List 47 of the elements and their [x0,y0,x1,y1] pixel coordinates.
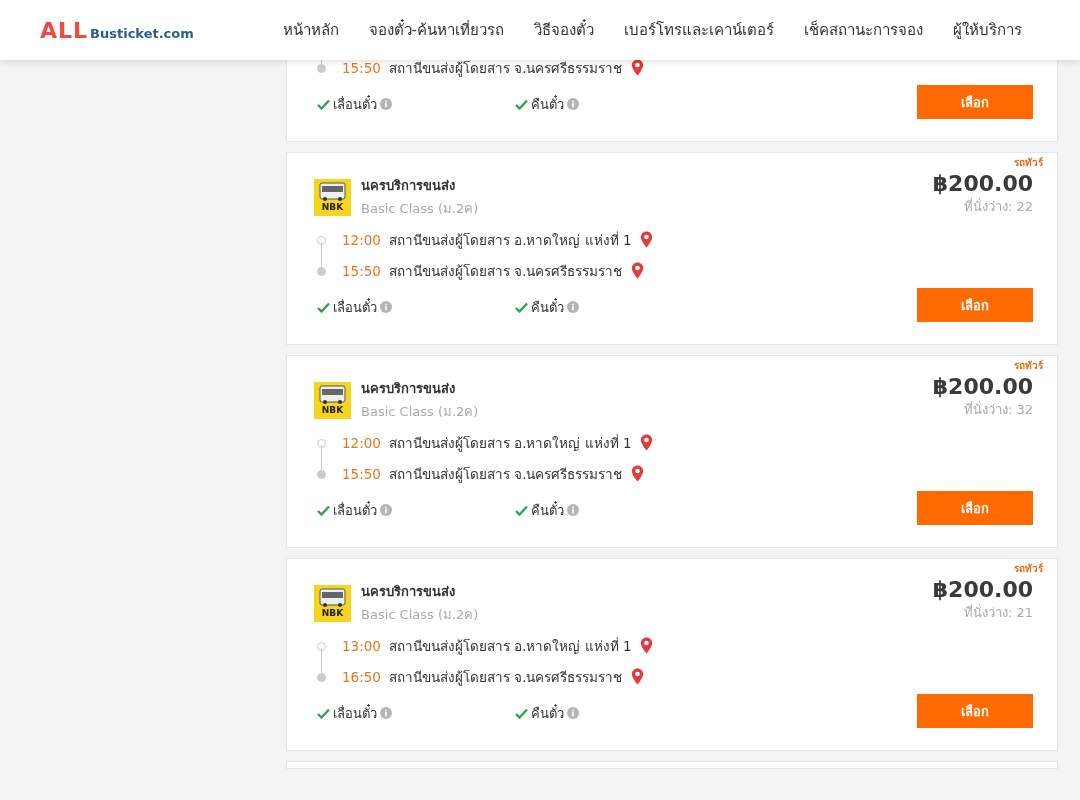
stop-time: 16:50 [342,668,381,685]
operator-name: นครบริการขนส่ง [361,583,456,601]
operator-name: นครบริการขนส่ง [361,177,456,195]
operator-logo: NBK [314,178,351,216]
nav-link[interactable]: จองตั๋ว-ค้นหาเที่ยวรถ [368,18,504,42]
stop-place: สถานีขนส่งผู้โดยสาร จ.นครศรีธรรมราช [388,667,623,688]
nav-link[interactable]: วิธีจองตั๋ว [534,18,594,42]
ticket-option: คืนตั๋ว [531,702,564,724]
nav-link[interactable]: เบอร์โทรและเคาน์เตอร์ [624,18,774,42]
ticket-option: คืนตั๋ว [531,499,564,521]
stop-place: สถานีขนส่งผู้โดยสาร อ.หาดใหญ่ แห่งที่ 1 [388,636,632,657]
stop-time: 15:50 [342,465,381,482]
nav-link[interactable]: เช็คสถานะการจอง [804,18,923,42]
seats-available: ที่นั่งว่าง: 21 [963,603,1033,622]
stop-place: สถานีขนส่งผู้โดยสาร อ.หาดใหญ่ แห่งที่ 1 [388,230,632,251]
price: ฿200.00 [932,171,1033,196]
stop-time: 12:00 [342,434,381,451]
stop-place: สถานีขนส่งผู้โดยสาร จ.นครศรีธรรมราช [388,58,623,79]
stop-time: 12:00 [342,231,381,248]
price: ฿200.00 [932,374,1033,399]
stop-time: 15:50 [342,262,381,279]
stop-place: สถานีขนส่งผู้โดยสาร อ.หาดใหญ่ แห่งที่ 1 [388,433,632,454]
stop-place: สถานีขนส่งผู้โดยสาร จ.นครศรีธรรมราช [388,261,623,282]
bus-class: Basic Class (ม.2ค) [361,200,479,218]
bus-type-label: รถทัวร์ [1014,562,1043,576]
bus-type-label: รถทัวร์ [1014,359,1043,373]
operator-logo: NBK [314,381,351,419]
operator-name: นครบริการขนส่ง [361,380,456,398]
ticket-option: เลื่อนตั๋ว [333,296,377,318]
seats-available: ที่นั่งว่าง: 32 [963,400,1033,419]
ticket-option: เลื่อนตั๋ว [333,93,377,115]
ticket-option: คืนตั๋ว [531,296,564,318]
ticket-option: เลื่อนตั๋ว [333,702,377,724]
nav-link[interactable]: ผู้ให้บริการ [953,18,1022,42]
stop-time: 13:00 [342,637,381,654]
stop-place: สถานีขนส่งผู้โดยสาร จ.นครศรีธรรมราช [388,464,623,485]
site-logo[interactable]: ALL Busticket.com [40,17,262,43]
bus-class: Basic Class (ม.2ค) [361,606,479,624]
seats-available: ที่นั่งว่าง: 22 [963,197,1033,216]
bus-class: Basic Class (ม.2ค) [361,403,479,421]
nav-link[interactable]: หน้าหลัก [282,18,339,42]
stop-time: 15:50 [342,59,381,76]
ticket-option: คืนตั๋ว [531,93,564,115]
bus-type-label: รถทัวร์ [1014,156,1043,170]
ticket-option: เลื่อนตั๋ว [333,499,377,521]
operator-logo: NBK [314,584,351,622]
price: ฿200.00 [932,577,1033,602]
